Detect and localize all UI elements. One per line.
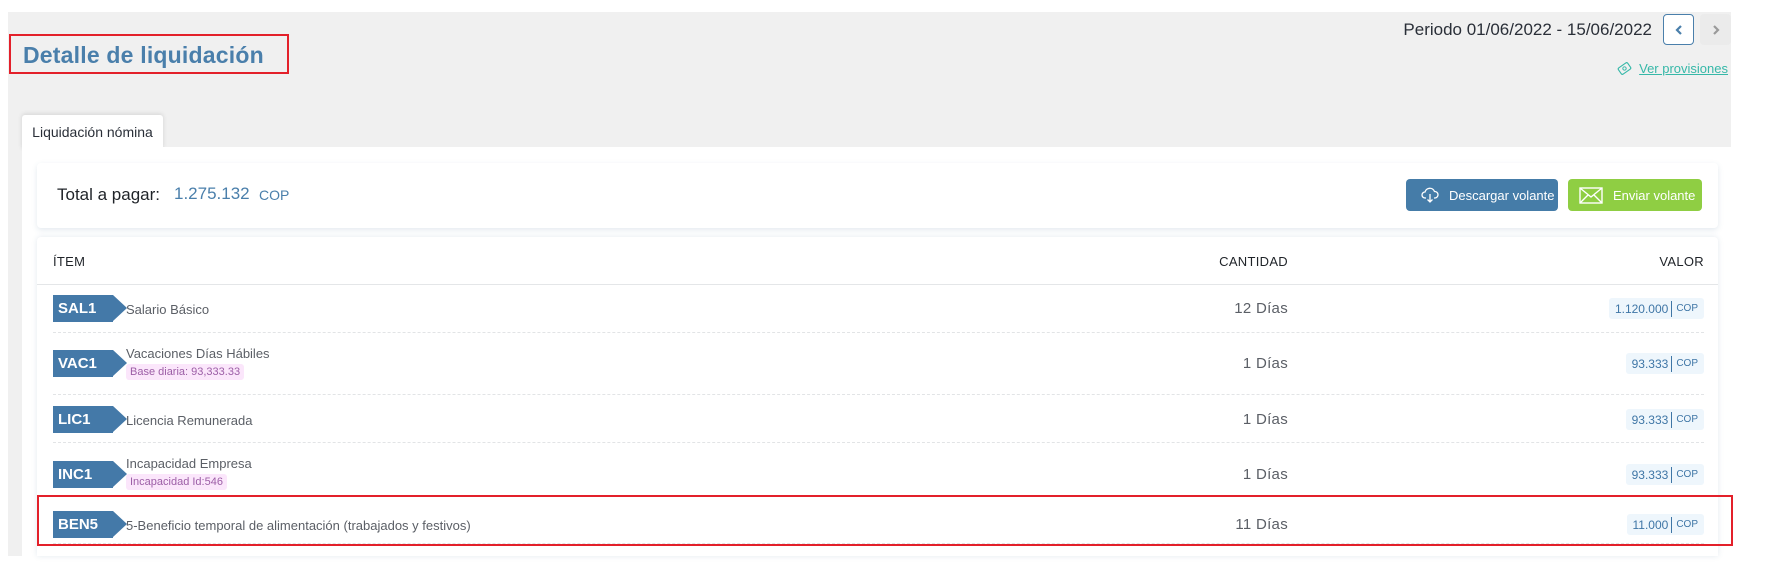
- chevron-left-icon: [1674, 24, 1682, 35]
- view-provisions-label: Ver provisiones: [1639, 61, 1728, 76]
- item-value-amount: 1.120.000: [1614, 301, 1669, 316]
- send-payslip-label: Enviar volante: [1613, 187, 1696, 203]
- item-value-currency: COP: [1676, 303, 1698, 314]
- envelope-icon: [1579, 186, 1603, 204]
- total-label: Total a pagar:: [57, 185, 161, 204]
- item-quantity: 1 Días: [1242, 466, 1288, 483]
- item-description: Salario Básico: [126, 302, 210, 317]
- send-payslip-button[interactable]: Enviar volante: [1568, 179, 1702, 211]
- column-header-value: VALOR: [1659, 254, 1704, 269]
- total-summary-card: Total a pagar: 1.275.132 COP Descargar v…: [37, 163, 1718, 228]
- money-tag-icon: [1617, 62, 1632, 75]
- item-detail-tag: Base diaria: 93,333.33: [126, 364, 245, 380]
- item-value-amount: 93.333: [1631, 467, 1669, 482]
- view-provisions-link[interactable]: Ver provisiones: [1616, 60, 1728, 77]
- item-description: Incapacidad Empresa: [126, 456, 252, 471]
- item-description: Licencia Remunerada: [126, 413, 253, 428]
- item-value-currency: COP: [1676, 414, 1698, 425]
- item-value-currency: COP: [1676, 358, 1698, 369]
- item-value: 93.333 COP: [1625, 464, 1704, 485]
- cloud-download-icon: [1421, 187, 1439, 203]
- table-row: SAL1 Salario Básico 12 Días 1.120.000 COP: [37, 285, 1718, 333]
- item-value: 93.333 COP: [1625, 409, 1704, 430]
- item-code-badge: SAL1: [53, 295, 127, 322]
- item-quantity: 1 Días: [1242, 411, 1288, 428]
- item-value-currency: COP: [1676, 469, 1698, 480]
- item-quantity: 12 Días: [1234, 300, 1288, 317]
- item-value-amount: 93.333: [1631, 356, 1669, 371]
- item-quantity: 1 Días: [1242, 355, 1288, 372]
- item-value: 93.333 COP: [1625, 353, 1704, 374]
- column-header-quantity: CANTIDAD: [1219, 254, 1288, 269]
- item-code-badge: VAC1: [53, 350, 127, 377]
- item-value: 1.120.000 COP: [1608, 298, 1704, 319]
- total-currency: COP: [259, 187, 290, 203]
- total-value: 1.275.132: [174, 184, 250, 203]
- table-row: VAC1 Vacaciones Días Hábiles Base diaria…: [37, 333, 1718, 395]
- next-period-button[interactable]: [1700, 14, 1731, 45]
- download-payslip-button[interactable]: Descargar volante: [1406, 179, 1558, 211]
- previous-period-button[interactable]: [1663, 14, 1694, 45]
- item-code-badge: INC1: [53, 461, 127, 488]
- tab-liquidacion-nomina[interactable]: Liquidación nómina: [22, 115, 163, 149]
- column-header-item: ÍTEM: [53, 254, 86, 269]
- period-label: Periodo 01/06/2022 - 15/06/2022: [1403, 20, 1652, 39]
- item-code-badge: LIC1: [53, 406, 127, 433]
- table-row: LIC1 Licencia Remunerada 1 Días 93.333 CO…: [37, 395, 1718, 443]
- item-detail-tag: Incapacidad Id:546: [126, 474, 227, 490]
- item-description: Vacaciones Días Hábiles: [126, 346, 270, 361]
- download-payslip-label: Descargar volante: [1449, 187, 1555, 203]
- chevron-right-icon: [1712, 24, 1720, 35]
- item-value-amount: 93.333: [1631, 412, 1669, 427]
- page-title: Detalle de liquidación: [23, 42, 264, 68]
- table-row: INC1 Incapacidad Empresa Incapacidad Id:…: [37, 443, 1718, 498]
- highlighted-row-box: [37, 495, 1733, 546]
